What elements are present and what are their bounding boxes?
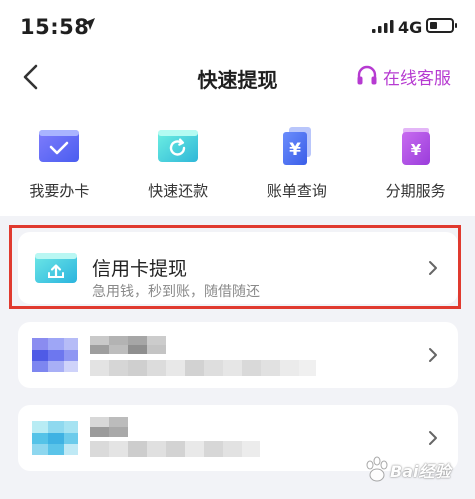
online-service-label: 在线客服 (383, 68, 451, 89)
card-check-icon (39, 130, 80, 162)
paw-icon (366, 456, 388, 482)
pixelated-icon (32, 338, 78, 372)
headset-icon (357, 65, 377, 85)
pixelated-icon (32, 421, 78, 455)
watermark-text: Bai经验 (390, 462, 451, 481)
pixelated-title (90, 417, 128, 437)
baidu-watermark: Bai经验 (362, 452, 472, 492)
quick-action-quick-repay[interactable]: 快速还款 (119, 126, 238, 201)
quick-action-label: 快速还款 (148, 182, 209, 200)
location-arrow-icon (83, 18, 95, 30)
quick-action-label: 我要办卡 (29, 182, 90, 200)
yen-bill-icon: ¥ (282, 127, 311, 165)
pixelated-title (90, 336, 166, 354)
quick-actions-grid: 我要办卡 快速还款 ¥ 账单查询 ¥ 分期服务 (0, 126, 475, 201)
quick-action-installment[interactable]: ¥ 分期服务 (356, 126, 475, 201)
quick-action-apply-card[interactable]: 我要办卡 (0, 126, 119, 201)
quick-action-label: 账单查询 (266, 182, 327, 200)
pixelated-subtitle (90, 360, 316, 376)
battery-icon (426, 18, 457, 33)
chevron-right-icon (429, 348, 437, 362)
online-service-button[interactable]: 在线客服 (355, 62, 451, 90)
refresh-card-icon (158, 130, 199, 162)
yen-bag-icon: ¥ (401, 128, 430, 165)
status-time: 15:58 (20, 15, 90, 39)
pixelated-subtitle (90, 441, 260, 457)
network-type: 4G (398, 18, 423, 37)
quick-action-label: 分期服务 (385, 182, 446, 200)
svg-text:¥: ¥ (410, 141, 421, 159)
highlight-box (9, 225, 461, 309)
header-area: 15:58 4G 快速提现 在线客服 我要办卡 快速还款 ¥ 账单查询 ¥ 分期… (0, 0, 475, 216)
signal-icon (372, 20, 394, 33)
svg-text:¥: ¥ (289, 140, 301, 160)
quick-action-bill-query[interactable]: ¥ 账单查询 (238, 126, 357, 201)
chevron-right-icon (429, 431, 437, 445)
obscured-card[interactable] (18, 322, 458, 388)
